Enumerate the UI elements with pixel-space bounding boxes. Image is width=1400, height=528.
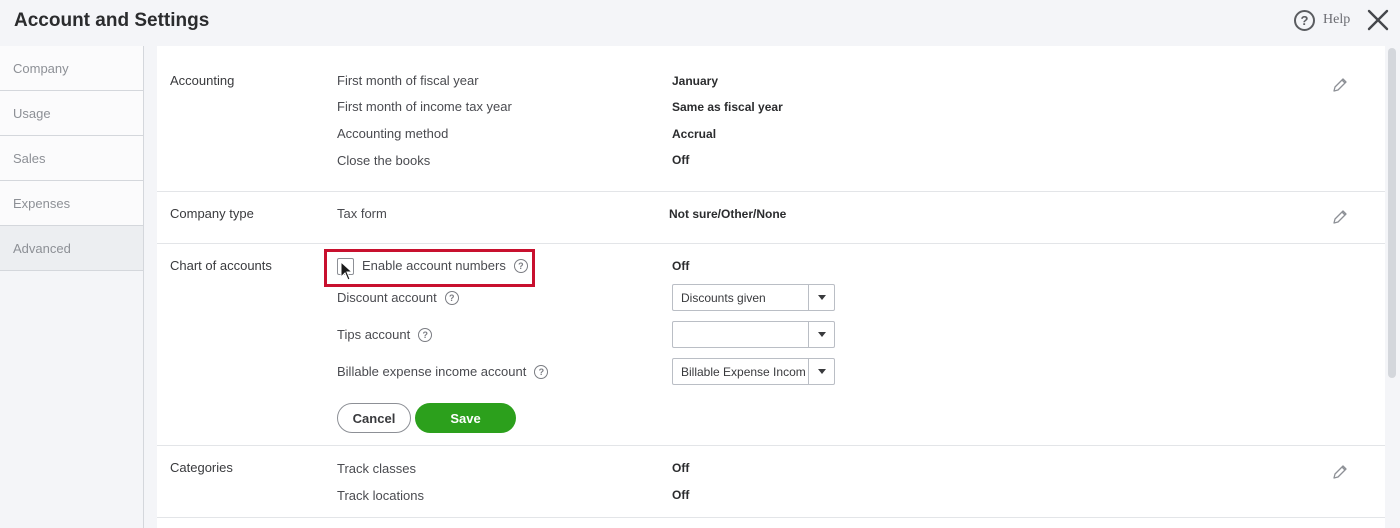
settings-content: Accounting First month of fiscal year Ja…	[157, 46, 1385, 528]
question-icon[interactable]: ?	[418, 327, 433, 342]
section-accounting: Accounting First month of fiscal year Ja…	[157, 46, 1385, 192]
section-categories: Categories Track classes Off Track locat…	[157, 446, 1385, 518]
pencil-icon[interactable]	[1331, 76, 1349, 94]
field-label: Track classes	[337, 461, 416, 476]
section-label: Accounting	[170, 73, 235, 88]
pencil-icon[interactable]	[1331, 208, 1349, 226]
field-label: Close the books	[337, 153, 431, 168]
sidebar-item-usage[interactable]: Usage	[0, 91, 143, 136]
cursor-icon	[340, 261, 354, 281]
sidebar-item-label: Sales	[13, 150, 46, 166]
question-icon[interactable]: ?	[534, 364, 549, 379]
field-label: Track locations	[337, 488, 424, 503]
help-icon: ?	[1294, 9, 1315, 31]
tips-account-select[interactable]	[672, 321, 835, 348]
field-value: Off	[672, 461, 690, 475]
sidebar-item-company[interactable]: Company	[0, 46, 143, 91]
question-icon[interactable]: ?	[513, 258, 528, 273]
field-label: First month of fiscal year	[337, 73, 479, 88]
pencil-icon[interactable]	[1331, 463, 1349, 481]
discount-account-select[interactable]: Discounts given	[672, 284, 835, 311]
section-label: Chart of accounts	[170, 258, 272, 273]
enable-account-numbers-label[interactable]: Enable account numbers ?	[362, 258, 528, 273]
discount-account-label: Discount account ?	[337, 290, 459, 305]
cancel-button[interactable]: Cancel	[337, 403, 411, 433]
sidebar-item-label: Advanced	[13, 240, 71, 256]
sidebar-item-label: Expenses	[13, 195, 71, 211]
field-label: First month of income tax year	[337, 99, 512, 114]
sidebar-item-label: Usage	[13, 105, 51, 121]
field-value: Same as fiscal year	[672, 100, 783, 114]
field-value: Off	[672, 488, 690, 502]
section-label: Categories	[170, 460, 233, 475]
section-label: Company type	[170, 206, 254, 221]
dropdown-arrow-icon	[808, 359, 834, 384]
sidebar-item-label: Company	[13, 60, 69, 76]
field-label: Accounting method	[337, 126, 449, 141]
tips-account-label: Tips account ?	[337, 327, 433, 342]
dropdown-arrow-icon	[808, 285, 834, 310]
sidebar-item-sales[interactable]: Sales	[0, 136, 143, 181]
section-company-type: Company type Tax form Not sure/Other/Non…	[157, 192, 1385, 244]
scrollbar[interactable]	[1388, 48, 1396, 378]
question-icon[interactable]: ?	[444, 290, 459, 305]
page-title: Account and Settings	[14, 10, 210, 31]
help-label: Help	[1323, 12, 1351, 27]
dropdown-arrow-icon	[808, 322, 834, 347]
help-button[interactable]: ? Help	[1294, 9, 1350, 31]
field-value: January	[672, 74, 719, 88]
header: Account and Settings ? Help	[0, 0, 1400, 44]
sidebar-item-advanced[interactable]: Advanced	[0, 226, 143, 271]
billable-expense-select[interactable]: Billable Expense Incom	[672, 358, 835, 385]
save-button[interactable]: Save	[415, 403, 516, 433]
field-value: Not sure/Other/None	[669, 207, 787, 221]
close-icon[interactable]	[1366, 8, 1390, 32]
field-value: Accrual	[672, 127, 717, 141]
enable-account-numbers-value: Off	[672, 259, 690, 273]
field-value: Off	[672, 153, 690, 167]
settings-sidebar: Company Usage Sales Expenses Advanced	[0, 46, 144, 528]
billable-expense-label: Billable expense income account ?	[337, 364, 549, 379]
sidebar-item-expenses[interactable]: Expenses	[0, 181, 143, 226]
field-label: Tax form	[337, 206, 387, 221]
